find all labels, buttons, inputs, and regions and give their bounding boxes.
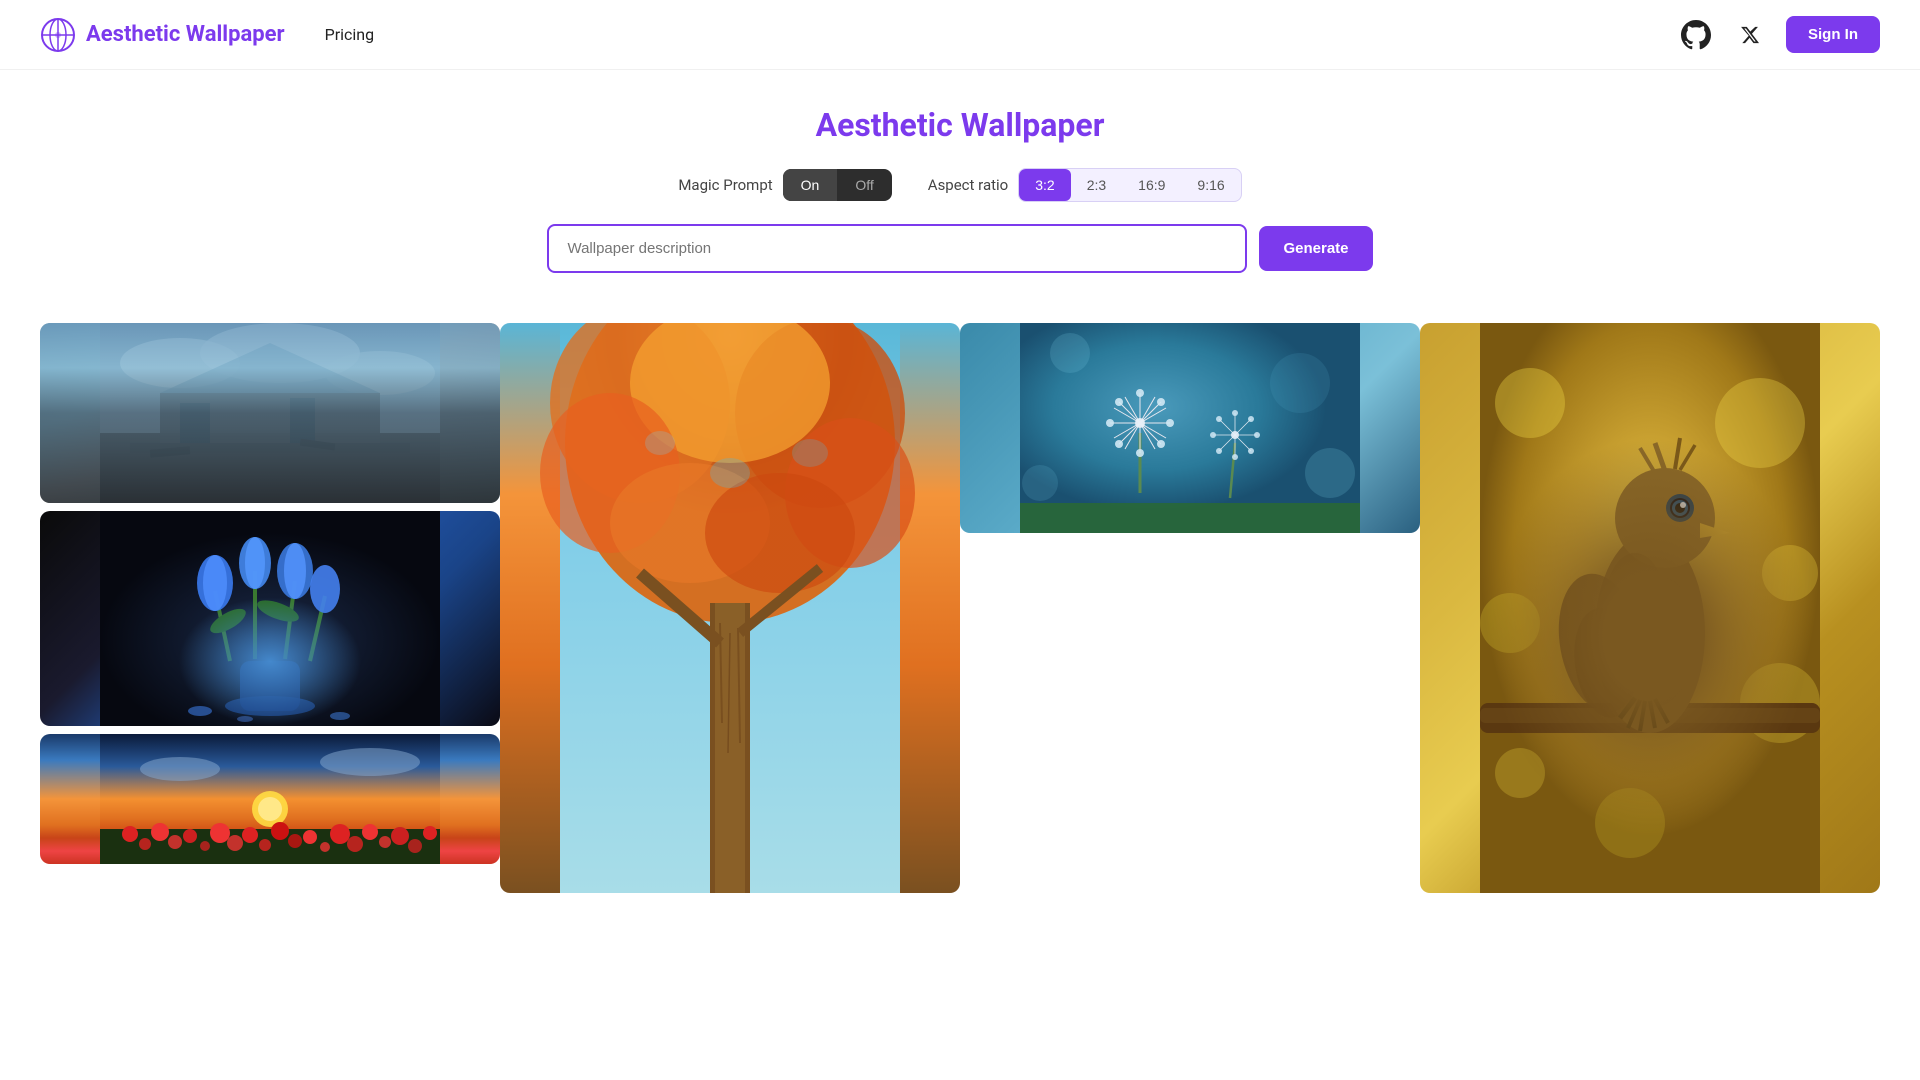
list-item[interactable]: [960, 323, 1420, 533]
toggle-off-button[interactable]: Off: [837, 169, 891, 201]
aspect-2-3-button[interactable]: 2:3: [1071, 169, 1122, 201]
controls-row: Magic Prompt On Off Aspect ratio 3:2 2:3…: [20, 168, 1900, 202]
pricing-link[interactable]: Pricing: [325, 25, 375, 44]
search-input[interactable]: [547, 224, 1247, 273]
nav-links: Pricing: [325, 25, 375, 44]
x-button[interactable]: [1732, 17, 1768, 53]
list-item[interactable]: [40, 511, 500, 726]
gallery: [0, 323, 1920, 893]
autumn-tree-image: [500, 323, 960, 893]
x-icon: [1740, 25, 1760, 45]
hero-section: Aesthetic Wallpaper Magic Prompt On Off …: [0, 70, 1920, 323]
gallery-col-1: [40, 323, 500, 864]
toggle-on-button[interactable]: On: [783, 169, 838, 201]
tulips-image: [40, 511, 500, 726]
brand-link[interactable]: Aesthetic Wallpaper: [40, 17, 285, 53]
list-item[interactable]: [40, 734, 500, 864]
bird-image: [1420, 323, 1880, 893]
hero-title: Aesthetic Wallpaper: [20, 106, 1900, 144]
generate-button[interactable]: Generate: [1259, 226, 1372, 271]
aspect-16-9-button[interactable]: 16:9: [1122, 169, 1181, 201]
destroyed-house-image: [40, 323, 500, 503]
aspect-ratio-label: Aspect ratio: [928, 176, 1008, 194]
gallery-col-3: [960, 323, 1420, 533]
toggle-group: On Off: [783, 169, 892, 201]
gallery-col-4: [1420, 323, 1880, 893]
navbar: Aesthetic Wallpaper Pricing Sign In: [0, 0, 1920, 70]
list-item[interactable]: [500, 323, 960, 893]
sunset-poppies-image: [40, 734, 500, 864]
nav-right: Sign In: [1678, 16, 1880, 53]
aspect-ratio-group: Aspect ratio 3:2 2:3 16:9 9:16: [928, 168, 1242, 202]
aspect-9-16-button[interactable]: 9:16: [1181, 169, 1240, 201]
search-row: Generate: [20, 224, 1900, 273]
magic-prompt-label: Magic Prompt: [678, 176, 772, 194]
brand-title: Aesthetic Wallpaper: [86, 22, 285, 47]
aspect-group: 3:2 2:3 16:9 9:16: [1018, 168, 1241, 202]
github-icon: [1678, 17, 1714, 53]
sign-in-button[interactable]: Sign In: [1786, 16, 1880, 53]
aspect-3-2-button[interactable]: 3:2: [1019, 169, 1070, 201]
list-item[interactable]: [1420, 323, 1880, 893]
gallery-col-2: [500, 323, 960, 893]
dandelion-image: [960, 323, 1420, 533]
list-item[interactable]: [40, 323, 500, 503]
github-button[interactable]: [1678, 17, 1714, 53]
magic-prompt-group: Magic Prompt On Off: [678, 169, 891, 201]
globe-icon: [40, 17, 76, 53]
